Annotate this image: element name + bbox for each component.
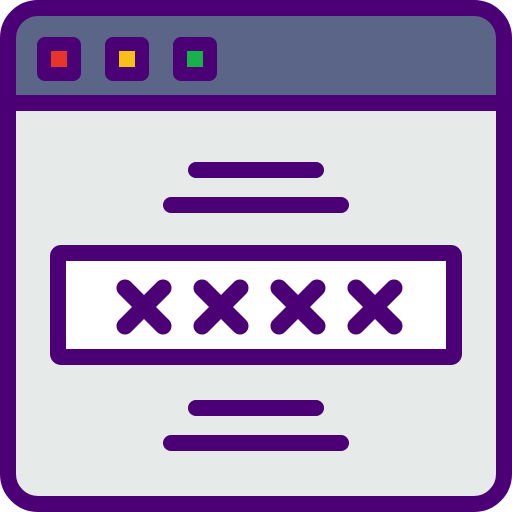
close-button-icon <box>51 51 67 67</box>
title-bar <box>8 8 504 103</box>
window-controls <box>37 37 217 81</box>
password-field[interactable] <box>50 245 462 365</box>
maximize-button-icon <box>187 51 203 67</box>
password-window-icon <box>0 0 512 512</box>
password-window-icon-canvas <box>0 0 512 512</box>
minimize-button-icon <box>119 51 135 67</box>
